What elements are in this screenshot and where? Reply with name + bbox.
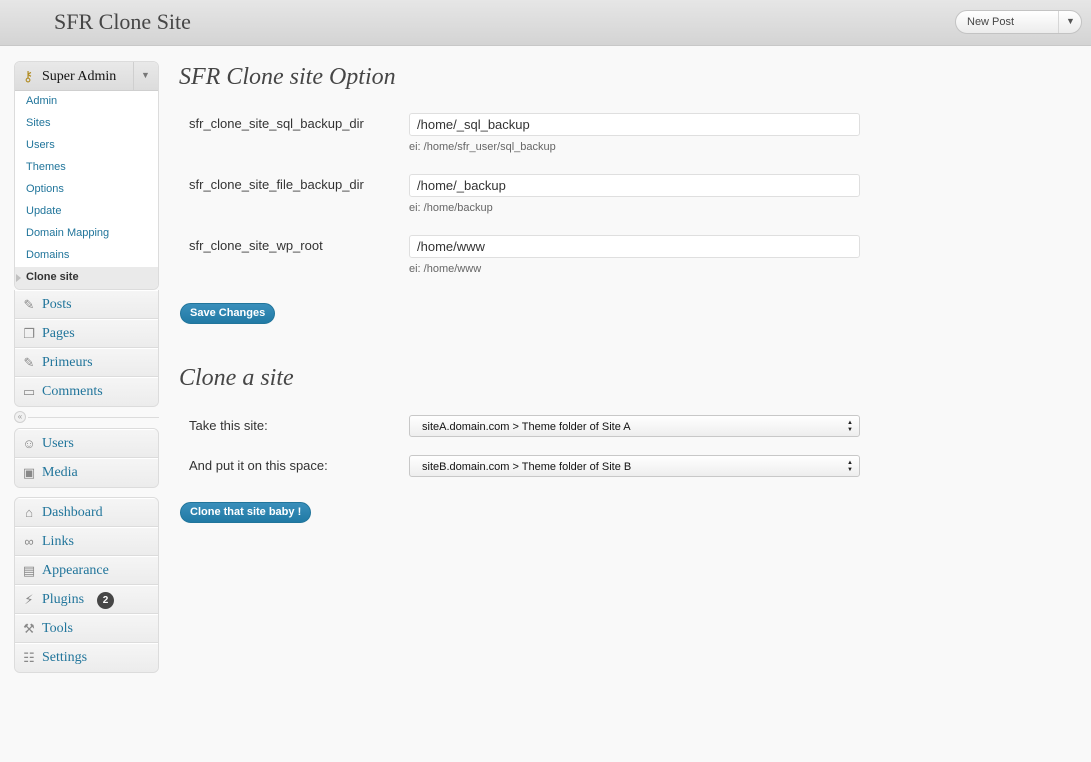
new-post-button[interactable]: New Post ▼ xyxy=(955,10,1082,34)
sql-backup-dir-input[interactable]: /home/_sql_backup xyxy=(409,113,860,136)
sidebar-item-pages[interactable]: ❐ Pages xyxy=(15,319,158,348)
super-admin-header[interactable]: ⚷ Super Admin ▼ xyxy=(15,62,158,91)
key-icon: ⚷ xyxy=(23,68,34,84)
field-label-wp-root: sfr_clone_site_wp_root xyxy=(189,238,323,253)
select-value: siteA.domain.com > Theme folder of Site … xyxy=(422,421,631,433)
section-title: Clone a site xyxy=(179,365,294,391)
sidebar-item-plugins[interactable]: ⚡ Plugins 2 xyxy=(15,585,158,614)
sidebar-item-label: Media xyxy=(42,465,78,480)
select-value: siteB.domain.com > Theme folder of Site … xyxy=(422,461,632,473)
sidebar-item-links[interactable]: ∞ Links xyxy=(15,527,158,556)
pushpin-icon: ✎ xyxy=(23,297,35,312)
divider xyxy=(1058,11,1059,33)
submenu-item-clone-site[interactable]: Clone site xyxy=(15,267,158,289)
field-hint: ei: /home/backup xyxy=(409,202,493,214)
sidebar-item-label: Plugins xyxy=(42,592,85,607)
select-arrows-icon: ▲ ▼ xyxy=(847,420,853,433)
link-icon: ∞ xyxy=(24,534,34,549)
submenu-item-update[interactable]: Update xyxy=(15,201,158,223)
field-label-file-backup-dir: sfr_clone_site_file_backup_dir xyxy=(189,177,364,192)
sidebar-item-posts[interactable]: ✎ Posts xyxy=(15,290,158,319)
take-site-label: Take this site: xyxy=(189,418,268,433)
menu-group-people: ☺ Users ▣ Media xyxy=(14,428,159,488)
super-admin-title[interactable]: Super Admin xyxy=(42,69,116,85)
menu-group-content: ✎ Posts ❐ Pages ✎ Primeurs ▭ Comments xyxy=(14,290,159,407)
pushpin-icon: ✎ xyxy=(23,355,35,370)
chevron-down-icon: ▼ xyxy=(141,70,150,80)
admin-header: SFR Clone Site New Post ▼ xyxy=(0,0,1091,46)
collapse-menu-icon[interactable]: « xyxy=(14,411,26,423)
tools-icon: ⚒ xyxy=(23,621,35,636)
sidebar-item-comments[interactable]: ▭ Comments xyxy=(15,377,158,406)
sidebar-item-primeurs[interactable]: ✎ Primeurs xyxy=(15,348,158,377)
sidebar-item-tools[interactable]: ⚒ Tools xyxy=(15,614,158,643)
field-hint: ei: /home/www xyxy=(409,263,482,275)
submenu-item-users[interactable]: Users xyxy=(15,135,158,157)
sidebar-item-label: Tools xyxy=(42,621,73,636)
target-site-select[interactable]: siteB.domain.com > Theme folder of Site … xyxy=(409,455,860,477)
pages-icon: ❐ xyxy=(23,326,35,341)
menu-toggle[interactable]: ▼ xyxy=(133,62,158,90)
site-title[interactable]: SFR Clone Site xyxy=(54,9,191,35)
settings-icon: ☷ xyxy=(23,650,35,665)
new-post-label[interactable]: New Post xyxy=(967,16,1014,28)
sidebar-item-label: Settings xyxy=(42,650,88,665)
wp-root-input[interactable]: /home/www xyxy=(409,235,860,258)
submenu-item-themes[interactable]: Themes xyxy=(15,157,158,179)
sidebar-item-label: Posts xyxy=(42,297,72,312)
target-space-label: And put it on this space: xyxy=(189,458,328,473)
users-icon: ☺ xyxy=(22,436,36,451)
sidebar-item-label: Comments xyxy=(42,384,103,399)
submenu-item-domain-mapping[interactable]: Domain Mapping xyxy=(15,223,158,245)
appearance-icon: ▤ xyxy=(22,563,36,578)
page-title: SFR Clone site Option xyxy=(179,64,396,90)
sidebar-item-appearance[interactable]: ▤ Appearance xyxy=(15,556,158,585)
clone-site-button[interactable]: Clone that site baby ! xyxy=(180,502,312,523)
sidebar-item-label: Links xyxy=(42,534,74,549)
menu-group-admin: ⌂ Dashboard ∞ Links ▤ Appearance ⚡ Plugi… xyxy=(14,497,159,673)
submenu-item-sites[interactable]: Sites xyxy=(15,113,158,135)
field-label-sql-backup-dir: sfr_clone_site_sql_backup_dir xyxy=(189,116,364,131)
sidebar-item-label: Primeurs xyxy=(42,355,93,370)
sidebar-item-label: Appearance xyxy=(42,563,109,578)
source-site-select[interactable]: siteA.domain.com > Theme folder of Site … xyxy=(409,415,860,437)
file-backup-dir-input[interactable]: /home/_backup xyxy=(409,174,860,197)
super-admin-menu: ⚷ Super Admin ▼ Admin Sites Users Themes… xyxy=(14,61,159,290)
sidebar-item-settings[interactable]: ☷ Settings xyxy=(15,643,158,672)
field-hint: ei: /home/sfr_user/sql_backup xyxy=(409,141,556,153)
sidebar-item-label: Pages xyxy=(42,326,75,341)
submenu-item-domains[interactable]: Domains xyxy=(15,245,158,267)
plug-icon: ⚡ xyxy=(24,592,34,607)
sidebar-item-media[interactable]: ▣ Media xyxy=(15,458,158,487)
sidebar-item-users[interactable]: ☺ Users xyxy=(15,429,158,458)
menu-separator: « xyxy=(14,411,159,423)
sidebar-item-label: Dashboard xyxy=(42,505,103,520)
media-icon: ▣ xyxy=(22,465,36,480)
sidebar-item-dashboard[interactable]: ⌂ Dashboard xyxy=(15,498,158,527)
home-icon: ⌂ xyxy=(25,505,33,520)
sidebar-item-label: Users xyxy=(42,436,74,451)
save-changes-button[interactable]: Save Changes xyxy=(180,303,276,324)
chevron-down-icon[interactable]: ▼ xyxy=(1066,16,1075,26)
submenu-item-options[interactable]: Options xyxy=(15,179,158,201)
update-count-badge: 2 xyxy=(97,592,114,609)
submenu-item-admin[interactable]: Admin xyxy=(15,91,158,113)
divider xyxy=(28,417,159,418)
select-arrows-icon: ▲ ▼ xyxy=(847,460,853,473)
comment-icon: ▭ xyxy=(22,384,36,399)
